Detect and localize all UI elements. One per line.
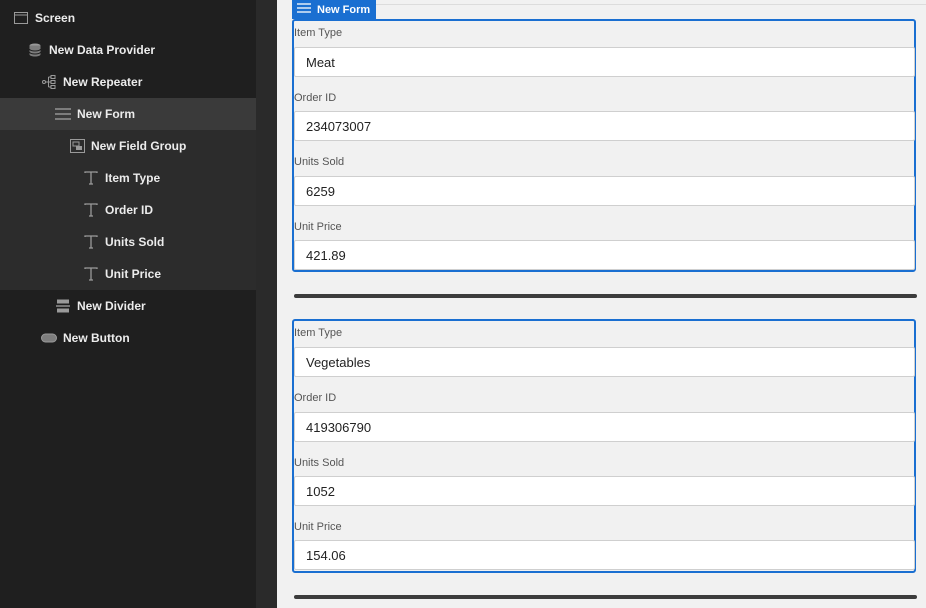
field-label-item-type: Item Type <box>294 327 343 339</box>
tree-item-label: Unit Price <box>105 267 162 281</box>
field-label-order-id: Order ID <box>294 92 337 104</box>
tree-item-label: New Data Provider <box>49 43 156 57</box>
unit-price-field[interactable]: 154.06 <box>294 540 915 570</box>
tree-item-label: New Button <box>63 331 130 345</box>
units-sold-field[interactable]: 6259 <box>294 176 915 206</box>
screen-icon <box>13 10 29 26</box>
field-group-icon <box>69 138 85 154</box>
form-icon <box>55 106 71 122</box>
form-card[interactable]: Item Type Meat Order ID 234073007 Units … <box>292 19 916 272</box>
tree-item-label: New Divider <box>77 299 146 313</box>
field-label-unit-price: Unit Price <box>294 221 342 233</box>
field-label-units-sold: Units Sold <box>294 156 345 168</box>
tree-item-data-provider[interactable]: New Data Provider <box>0 34 283 66</box>
divider-icon <box>55 298 71 314</box>
text-field-icon <box>83 170 99 186</box>
form-icon <box>297 3 311 16</box>
canvas-top-edge <box>293 0 926 5</box>
unit-price-field[interactable]: 421.89 <box>294 240 915 270</box>
divider[interactable] <box>294 294 917 298</box>
item-type-field[interactable]: Meat <box>294 47 915 77</box>
text-field-icon <box>83 202 99 218</box>
tree-item-label: New Form <box>77 107 136 121</box>
tree-item-screen[interactable]: Screen <box>0 2 269 34</box>
tree-item-label: New Repeater <box>63 75 143 89</box>
form-card[interactable]: Item Type Vegetables Order ID 419306790 … <box>292 319 916 573</box>
field-label-units-sold: Units Sold <box>294 457 345 469</box>
tree-item-label: Screen <box>35 11 76 25</box>
order-id-field[interactable]: 419306790 <box>294 412 915 442</box>
tree-item-button[interactable]: New Button <box>0 322 297 354</box>
tree-item-label: Order ID <box>105 203 154 217</box>
field-label-order-id: Order ID <box>294 392 337 404</box>
database-icon <box>27 42 43 58</box>
button-icon <box>41 330 57 346</box>
item-type-field[interactable]: Vegetables <box>294 347 915 377</box>
tree-item-repeater[interactable]: New Repeater <box>0 66 297 98</box>
field-label-unit-price: Unit Price <box>294 521 342 533</box>
text-field-icon <box>83 266 99 282</box>
tree-item-label: New Field Group <box>91 139 187 153</box>
component-tree-sidebar: Screen New Data Provider New Repeater Ne… <box>0 0 339 608</box>
form-tag-label: New Form <box>317 3 371 16</box>
field-label-item-type: Item Type <box>294 27 343 39</box>
tree-item-label: Item Type <box>105 171 161 185</box>
repeater-icon <box>41 74 57 90</box>
text-field-icon <box>83 234 99 250</box>
order-id-field[interactable]: 234073007 <box>294 111 915 141</box>
tree-item-label: Units Sold <box>105 235 165 249</box>
design-canvas: New Form Item Type Meat Order ID 2340730… <box>277 0 926 608</box>
panel-separator <box>256 0 277 608</box>
divider[interactable] <box>294 595 917 599</box>
units-sold-field[interactable]: 1052 <box>294 476 915 506</box>
selected-form-tag[interactable]: New Form <box>292 0 377 19</box>
